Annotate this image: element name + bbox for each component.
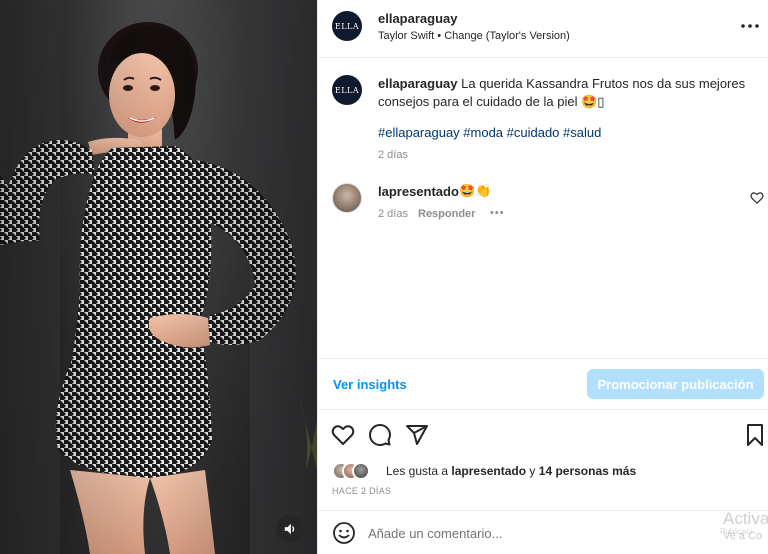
caption-text: ellaparaguay La querida Kassandra Frutos… bbox=[378, 75, 748, 111]
likes-prefix: Les gusta a bbox=[386, 464, 452, 478]
speaker-icon bbox=[284, 523, 295, 535]
commenter-username[interactable]: lapresentado bbox=[378, 184, 459, 199]
more-options-button[interactable] bbox=[739, 16, 761, 36]
caption-username[interactable]: ellaparaguay bbox=[378, 76, 458, 91]
comment-button[interactable] bbox=[367, 422, 393, 448]
header-username[interactable]: ellaparaguay bbox=[378, 11, 458, 26]
liker-avatar bbox=[352, 462, 370, 480]
avatar-logo-text: ELLA bbox=[334, 21, 360, 31]
post-photo bbox=[0, 0, 317, 554]
like-button[interactable] bbox=[330, 422, 356, 448]
post-header: ELLA ellaparaguay Taylor Swift • Change … bbox=[318, 0, 768, 58]
comment-icon bbox=[369, 424, 391, 446]
action-bar bbox=[318, 418, 768, 454]
comment-text: 🤩👏 bbox=[459, 183, 492, 198]
avatar-logo-text: ELLA bbox=[334, 85, 360, 95]
comment-input[interactable] bbox=[368, 521, 698, 545]
activation-watermark: Activa bbox=[723, 509, 768, 528]
account-avatar[interactable]: ELLA bbox=[332, 11, 362, 41]
mute-toggle-button[interactable] bbox=[276, 515, 304, 543]
likes-text: Les gusta a lapresentado y 14 personas m… bbox=[386, 464, 636, 478]
comment-like-heart-icon[interactable] bbox=[750, 191, 764, 205]
more-horizontal-icon bbox=[741, 24, 759, 28]
insights-bar: Ver insights Promocionar publicación bbox=[318, 358, 768, 410]
hashtags-link[interactable]: #ellaparaguay #moda #cuidado #salud bbox=[378, 125, 601, 140]
save-button[interactable] bbox=[742, 422, 768, 448]
post-details-panel: ELLA ellaparaguay Taylor Swift • Change … bbox=[317, 0, 768, 554]
likes-others-link[interactable]: 14 personas más bbox=[539, 464, 636, 478]
liker-username[interactable]: lapresentado bbox=[451, 464, 526, 478]
paper-plane-icon bbox=[406, 425, 428, 445]
caption-timestamp: 2 días bbox=[378, 149, 408, 161]
add-comment-bar bbox=[318, 510, 768, 554]
likes-middle: y bbox=[526, 464, 539, 478]
post-date: HACE 2 DÍAS bbox=[332, 486, 392, 496]
heart-icon bbox=[331, 425, 355, 445]
smiley-icon[interactable] bbox=[332, 521, 356, 545]
caption-avatar[interactable]: ELLA bbox=[332, 75, 362, 105]
share-button[interactable] bbox=[404, 422, 430, 448]
view-insights-link[interactable]: Ver insights bbox=[333, 377, 407, 392]
comments-section: ELLA ellaparaguay La querida Kassandra F… bbox=[318, 58, 768, 358]
likes-summary: Les gusta a lapresentado y 14 personas m… bbox=[332, 462, 762, 482]
post-media[interactable] bbox=[0, 0, 317, 554]
commenter-avatar[interactable] bbox=[332, 183, 362, 213]
comment-timestamp: 2 días bbox=[378, 208, 408, 220]
audio-track[interactable]: Taylor Swift • Change (Taylor's Version) bbox=[378, 30, 570, 42]
reply-button[interactable]: Responder bbox=[418, 208, 475, 220]
activation-watermark-line2: Ve a Co bbox=[723, 530, 763, 542]
promote-post-button[interactable]: Promocionar publicación bbox=[587, 369, 764, 399]
comment-options-button[interactable]: ••• bbox=[490, 207, 505, 219]
bookmark-icon bbox=[747, 424, 763, 446]
